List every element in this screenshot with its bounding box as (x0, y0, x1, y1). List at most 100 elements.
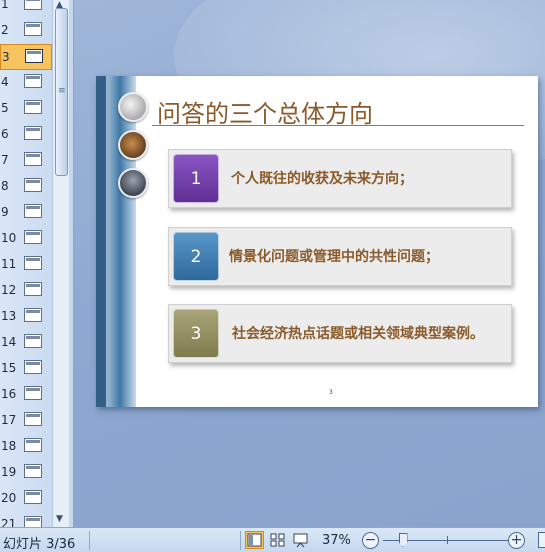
thumbnail-number: 4 (1, 75, 9, 89)
fit-to-window-icon[interactable] (538, 532, 545, 548)
slide-thumbnail-15[interactable]: 15 (0, 356, 52, 382)
slide-thumbnail-icon (24, 100, 42, 114)
zoom-slider-center-mark (447, 536, 448, 544)
status-separator (240, 531, 241, 550)
slide-thumbnail-8[interactable]: 8 (0, 174, 52, 200)
thumbnail-number: 20 (1, 491, 17, 505)
list-item[interactable]: 2 情景化问题或管理中的共性问题； (168, 227, 512, 286)
slide-thumbnail-icon (24, 22, 42, 36)
slide-thumbnail-2[interactable]: 2 (0, 18, 52, 44)
status-bar: 幻灯片 3/36 37% − + (0, 527, 545, 552)
slide-thumbnail-icon (24, 204, 42, 218)
thumbnail-number: 7 (1, 153, 9, 167)
slide-thumbnail-icon (24, 516, 42, 527)
thumbnail-number: 2 (1, 23, 9, 37)
photo-icon-1 (118, 92, 148, 122)
slide-thumbnail-9[interactable]: 9 (0, 200, 52, 226)
slide-thumbnail-icon (24, 126, 42, 140)
thumbnail-number: 6 (1, 127, 9, 141)
slide-thumbnail-icon (24, 256, 42, 270)
slide-thumbnail-icon (24, 308, 42, 322)
thumbnail-number: 19 (1, 465, 17, 479)
thumbnail-number: 11 (1, 257, 17, 271)
thumbnail-number: 17 (1, 413, 17, 427)
normal-view-icon (247, 533, 262, 547)
grip-icon: ≡ (58, 86, 66, 96)
slide-thumbnail-icon (24, 152, 42, 166)
slide-thumbnail-icon (24, 282, 42, 296)
scrollbar-thumb[interactable]: ≡ (55, 8, 68, 176)
slide-thumbnail-icon (24, 74, 42, 88)
normal-view-button[interactable] (245, 531, 264, 549)
thumbnail-number: 10 (1, 231, 17, 245)
zoom-out-icon[interactable]: − (362, 532, 379, 549)
zoom-slider-handle[interactable] (398, 533, 408, 547)
slide-thumbnail-20[interactable]: 20 (0, 486, 52, 512)
slide-thumbnail-icon (24, 490, 42, 504)
status-separator (89, 531, 90, 550)
thumbnail-number: 16 (1, 387, 17, 401)
slide-title[interactable]: 问答的三个总体方向 (157, 94, 373, 129)
thumbnail-number: 13 (1, 309, 17, 323)
slide-thumbnail-icon (24, 0, 42, 10)
slide-thumbnail-1[interactable]: 1 (0, 0, 52, 18)
slide-thumbnail-13[interactable]: 13 (0, 304, 52, 330)
slide-thumbnail-21[interactable]: 21 (0, 512, 52, 527)
slide-thumbnail-18[interactable]: 18 (0, 434, 52, 460)
slide-sorter-button[interactable] (268, 531, 287, 549)
slide-thumbnail-11[interactable]: 11 (0, 252, 52, 278)
thumbnail-number: 1 (1, 0, 9, 11)
slide-counter: 幻灯片 3/36 (3, 537, 76, 552)
slide-thumbnail-icon (24, 334, 42, 348)
thumbnail-number: 21 (1, 517, 17, 527)
thumbnail-number: 15 (1, 361, 17, 375)
thumbnail-number: 9 (1, 205, 9, 219)
photo-icon-2 (118, 130, 148, 160)
slide-sorter-icon (270, 533, 285, 547)
photo-icon-3 (118, 168, 148, 198)
item-number-badge: 1 (173, 154, 219, 203)
item-number-badge: 2 (173, 232, 219, 281)
slide-thumbnail-icon (24, 412, 42, 426)
slide-thumbnail-icon (25, 49, 43, 63)
slide-thumbnail-14[interactable]: 14 (0, 330, 52, 356)
title-underline (152, 125, 524, 126)
item-text: 个人既往的收获及未来方向； (231, 171, 413, 187)
zoom-in-icon[interactable]: + (508, 532, 525, 549)
thumbnail-scrollbar[interactable]: ▲ ≡ ▼ (52, 0, 69, 527)
slide-thumbnail-7[interactable]: 7 (0, 148, 52, 174)
item-text: 社会经济热点话题或相关领域典型案例。 (232, 326, 484, 342)
slide-thumbnail-icon (24, 230, 42, 244)
slide-thumbnail-12[interactable]: 12 (0, 278, 52, 304)
thumbnail-number: 12 (1, 283, 17, 297)
scroll-down-arrow-icon[interactable]: ▼ (56, 514, 63, 524)
slide-thumbnail-icon (24, 386, 42, 400)
thumbnail-number: 8 (1, 179, 9, 193)
item-text: 情景化问题或管理中的共性问题； (229, 249, 439, 265)
slide-thumbnail-icon (24, 178, 42, 192)
thumbnail-number: 3 (2, 50, 10, 64)
slide-thumbnail-icon (24, 464, 42, 478)
slide-thumbnail-4[interactable]: 4 (0, 70, 52, 96)
thumbnail-number: 14 (1, 335, 17, 349)
slide-thumbnail-17[interactable]: 17 (0, 408, 52, 434)
slide-thumbnail-10[interactable]: 10 (0, 226, 52, 252)
current-slide[interactable]: 问答的三个总体方向 1 个人既往的收获及未来方向； 2 情景化问题或管理中的共性… (96, 76, 538, 407)
thumbnail-number: 18 (1, 439, 17, 453)
item-number-badge: 3 (173, 309, 219, 358)
slide-thumbnail-6[interactable]: 6 (0, 122, 52, 148)
thumbnail-number: 5 (1, 101, 9, 115)
slide-thumbnail-16[interactable]: 16 (0, 382, 52, 408)
list-item[interactable]: 1 个人既往的收获及未来方向； (168, 149, 512, 208)
slide-thumbnail-3[interactable]: 3 (0, 44, 52, 70)
slide-page-number: 3 (329, 389, 333, 396)
slide-thumbnail-19[interactable]: 19 (0, 460, 52, 486)
slide-show-icon (293, 533, 308, 548)
slide-sidebar-edge (96, 76, 106, 407)
list-item[interactable]: 3 社会经济热点话题或相关领域典型案例。 (168, 304, 512, 363)
slide-thumbnail-icon (24, 360, 42, 374)
slide-thumbnail-5[interactable]: 5 (0, 96, 52, 122)
zoom-level[interactable]: 37% (322, 533, 351, 548)
slide-thumbnail-icon (24, 438, 42, 452)
slide-show-button[interactable] (291, 531, 310, 549)
